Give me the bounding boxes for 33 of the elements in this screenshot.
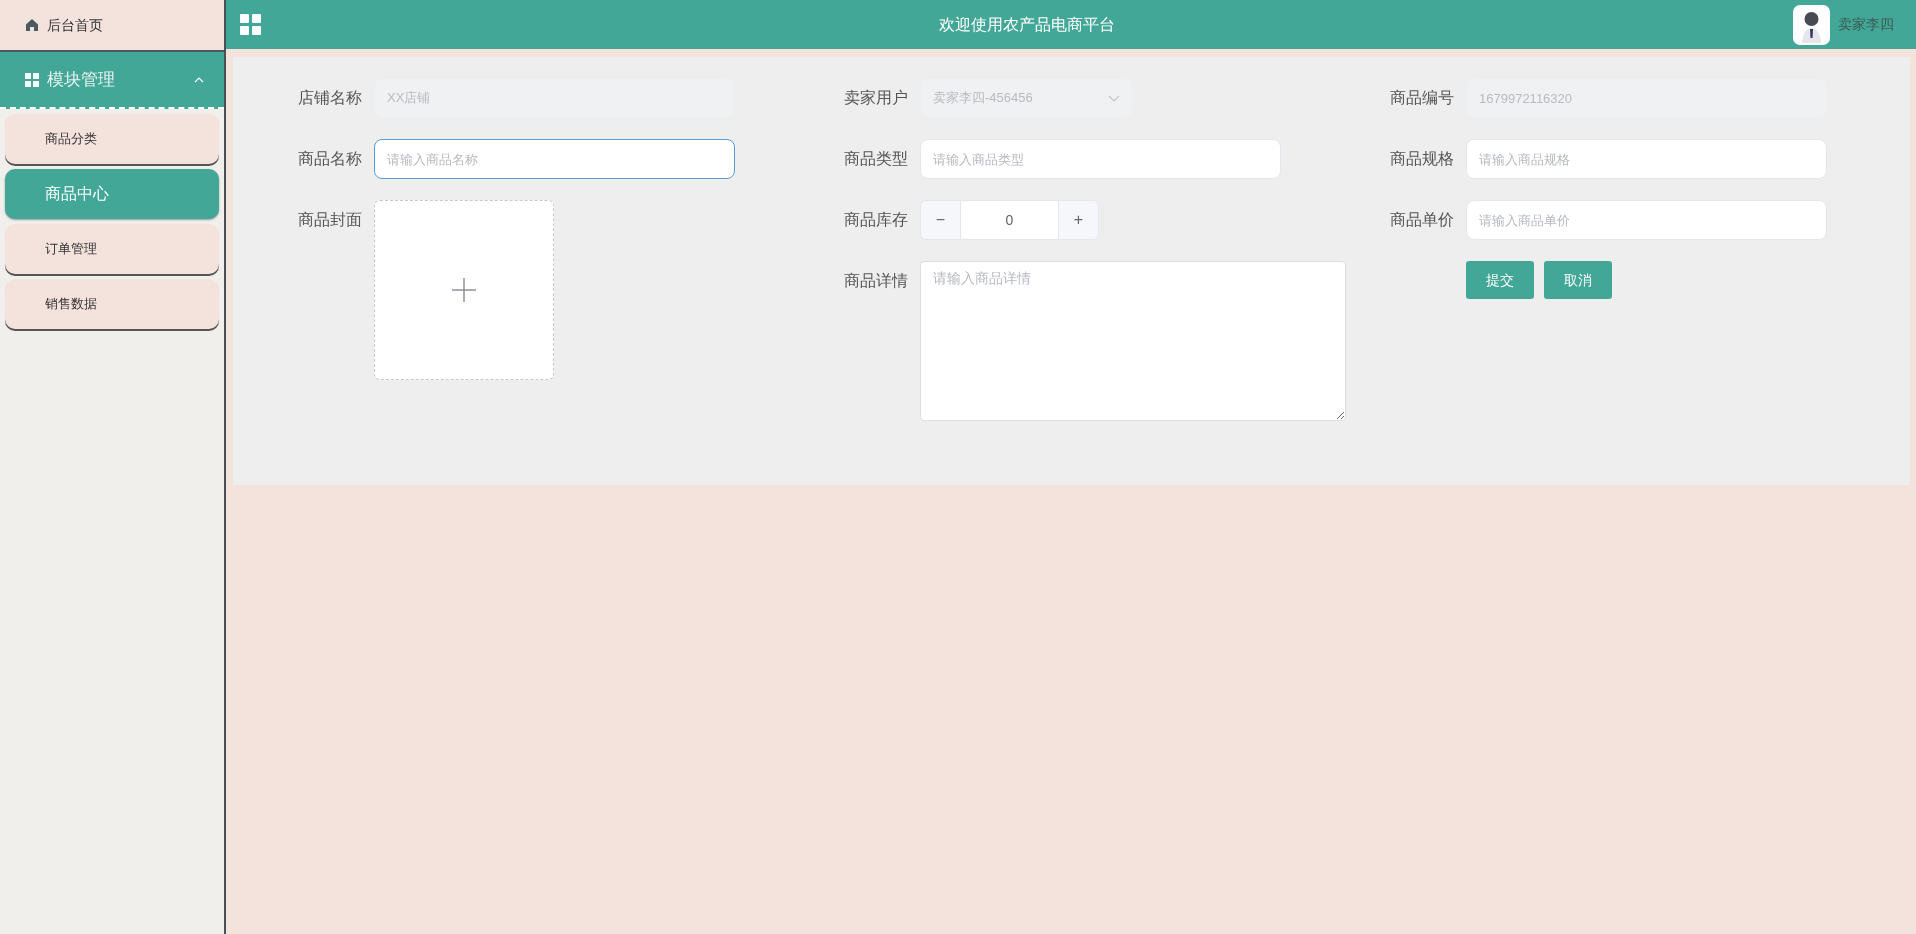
menu-item[interactable]: 销售数据 bbox=[5, 279, 219, 329]
menu-label: 模块管理 bbox=[47, 68, 116, 91]
menu-group-header[interactable]: 模块管理 bbox=[0, 52, 224, 109]
field-label: 商品编号 bbox=[1390, 88, 1455, 108]
menu-label: 后台首页 bbox=[47, 15, 103, 35]
home-menu-item[interactable]: 后台首页 bbox=[0, 0, 224, 52]
grid-icon bbox=[25, 72, 39, 87]
menu-item[interactable]: 商品中心 bbox=[5, 169, 219, 219]
chevron-down-icon bbox=[1108, 94, 1120, 102]
field-label: 卖家用户 bbox=[844, 88, 909, 108]
increment-button[interactable]: + bbox=[1058, 200, 1099, 240]
decrement-button[interactable]: − bbox=[920, 200, 961, 240]
page-title: 欢迎使用农产品电商平台 bbox=[938, 14, 1116, 35]
plus-icon bbox=[452, 278, 476, 302]
textarea-field[interactable]: 请输入商品详情 bbox=[920, 261, 1346, 421]
submit-button[interactable]: 提交 bbox=[1466, 261, 1534, 299]
menu-item[interactable]: 商品分类 bbox=[5, 114, 219, 164]
field-label: 商品库存 bbox=[844, 210, 909, 230]
field-label: 商品单价 bbox=[1390, 210, 1455, 230]
menu-icon[interactable] bbox=[240, 14, 261, 35]
menu-item[interactable]: 订单管理 bbox=[5, 224, 219, 274]
field-label: 商品规格 bbox=[1390, 149, 1455, 169]
user-name[interactable]: 卖家李四 bbox=[1838, 14, 1894, 35]
field-label: 商品封面 bbox=[298, 210, 363, 230]
input-field[interactable]: 请输入商品名称 bbox=[374, 139, 735, 179]
number-field[interactable]: 0 bbox=[961, 200, 1058, 240]
field-label: 商品详情 bbox=[844, 271, 909, 291]
avatar-icon bbox=[1793, 4, 1830, 45]
cancel-button[interactable]: 取消 bbox=[1544, 261, 1612, 299]
field-label: 店铺名称 bbox=[298, 88, 363, 108]
field-label: 商品名称 bbox=[298, 149, 363, 169]
home-icon bbox=[25, 18, 39, 32]
field-label: 商品类型 bbox=[844, 149, 909, 169]
